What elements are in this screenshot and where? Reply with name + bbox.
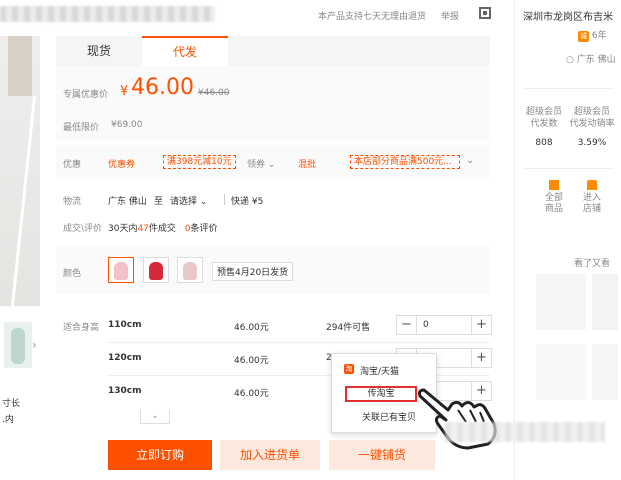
price-value: 46.00	[131, 75, 194, 100]
tab-dropship-label: 代发	[172, 45, 197, 59]
box-icon	[549, 180, 559, 190]
stat1-label: 超级会员 代发数	[525, 107, 562, 129]
shop-years: 6年	[591, 31, 607, 41]
expand-sizes-button[interactable]: ⌄	[140, 410, 170, 424]
enter-shop-link[interactable]: 进入 店铺	[578, 180, 606, 215]
plus-button[interactable]: +	[471, 316, 491, 334]
size-name: 130cm	[108, 386, 142, 396]
recommend-item-2[interactable]	[592, 274, 618, 330]
stat2-value: 3.59%	[577, 138, 607, 148]
add-to-cart-label: 加入进货单	[239, 448, 300, 462]
deals-suffix: 件成交	[148, 224, 176, 234]
popup-title: 淘宝/天猫	[360, 367, 400, 377]
taobao-icon: 淘	[344, 364, 354, 374]
all-goods-label: 全部 商品	[544, 193, 563, 214]
blurred-watermark	[445, 422, 605, 442]
upload-taobao-label: 传淘宝	[367, 389, 395, 399]
qr-code-icon[interactable]	[479, 7, 491, 19]
deals-count: 47	[137, 224, 149, 234]
express-fee: 快递 ¥5	[231, 197, 264, 207]
size-price: 46.00元	[234, 323, 269, 333]
add-to-cart-button[interactable]: 加入进货单	[220, 440, 320, 470]
thumbnail-next-icon[interactable]: ›	[32, 338, 37, 352]
min-price-label: 最低限价	[63, 123, 100, 133]
buy-now-button[interactable]: 立即订购	[108, 440, 212, 470]
recommend-item-4[interactable]	[592, 344, 618, 400]
price-currency: ¥	[120, 84, 129, 99]
price-original: ¥46.00	[198, 88, 230, 98]
years-icon: 诚	[578, 31, 589, 42]
chevron-down-icon: ⌄	[199, 197, 208, 207]
get-coupon-button[interactable]: 领券 ⌄	[247, 157, 275, 170]
shop-years-badge: 诚 6年	[578, 28, 607, 42]
mix-tag[interactable]: 本店部分商品满500元...	[350, 155, 460, 169]
review-suffix: 条评价	[190, 224, 218, 234]
divider	[224, 194, 225, 205]
blurred-title	[0, 6, 215, 22]
report-link[interactable]: 举报	[441, 9, 459, 22]
location-pin-icon: ○	[566, 55, 574, 65]
recommend-item-1[interactable]	[536, 274, 586, 330]
left-text-1: 寸长	[2, 399, 21, 409]
shipping-destination-select[interactable]: 请选择 ⌄	[170, 194, 207, 207]
product-main-image[interactable]	[0, 36, 40, 306]
coupon-tag[interactable]: 满398元减10元	[163, 155, 236, 169]
link-existing-button[interactable]: 关联已有宝贝	[362, 410, 416, 423]
row-divider	[106, 342, 490, 343]
deals-prefix: 30天内	[108, 224, 138, 234]
shop-name[interactable]: 深圳市龙岗区布吉米	[523, 8, 613, 23]
min-price-value: ¥69.00	[111, 120, 143, 130]
chevron-down-icon: ⌄	[267, 160, 276, 170]
get-coupon-label: 领券	[247, 160, 266, 170]
buy-now-label: 立即订购	[135, 448, 184, 462]
shop-icon	[587, 180, 597, 190]
shipping-from: 广东 佛山	[108, 197, 147, 207]
shop-location: ○ 广东 佛山	[566, 52, 616, 65]
stat1-value: 808	[535, 138, 553, 148]
shipping-to-label: 至	[154, 197, 164, 207]
enter-shop-label: 进入 店铺	[582, 193, 601, 214]
shipping-label: 物流	[63, 197, 82, 207]
size-stock: 294件可售	[326, 323, 371, 333]
dropship-button[interactable]: 一键铺货	[329, 440, 435, 470]
return-notice: 本产品支持七天无理由退货	[318, 12, 427, 22]
size-name: 120cm	[108, 353, 142, 363]
see-more-title: 看了又看	[574, 259, 611, 269]
color-option-2[interactable]	[143, 257, 169, 283]
destination-select-label: 请选择	[170, 197, 198, 207]
shop-location-text: 广东 佛山	[576, 55, 616, 65]
presale-tag[interactable]: 预售4月20日发货	[212, 262, 294, 281]
deals-summary: 30天内47件成交 0条评价	[108, 221, 218, 234]
upload-taobao-button[interactable]: 传淘宝	[345, 386, 417, 402]
shop-divider	[524, 88, 614, 89]
stat2-label: 超级会员 代发动销率	[569, 107, 615, 129]
size-price: 46.00元	[234, 389, 269, 399]
promo-expand-icon[interactable]: ⌄	[466, 155, 474, 166]
tab-in-stock[interactable]: 现货	[56, 36, 142, 66]
size-label: 适合身高	[63, 323, 100, 333]
promo-label: 优惠	[63, 160, 82, 170]
shop-panel-divider	[514, 0, 515, 480]
all-goods-link[interactable]: 全部 商品	[540, 180, 568, 215]
left-text-2: .内	[2, 415, 14, 425]
size-name: 110cm	[108, 320, 142, 330]
color-label: 颜色	[63, 269, 82, 279]
price-label: 专属优惠价	[63, 90, 109, 100]
color-option-1[interactable]	[108, 257, 134, 283]
dropship-label: 一键铺货	[357, 448, 406, 462]
product-thumbnail[interactable]	[4, 322, 32, 368]
plus-button[interactable]: +	[471, 349, 491, 367]
tab-in-stock-label: 现货	[86, 44, 111, 58]
mix-link[interactable]: 混批	[298, 157, 316, 170]
shop-divider	[524, 168, 614, 169]
coupon-link[interactable]: 优惠券	[108, 157, 135, 170]
quantity-value[interactable]: 0	[423, 316, 429, 334]
recommend-item-3[interactable]	[536, 344, 586, 400]
tab-dropship[interactable]: 代发	[142, 36, 228, 66]
minus-button[interactable]: −	[397, 316, 417, 334]
deals-label: 成交\评价	[63, 224, 103, 234]
quantity-stepper[interactable]: − 0 +	[396, 315, 492, 335]
color-option-3[interactable]	[177, 257, 203, 283]
size-price: 46.00元	[234, 356, 269, 366]
